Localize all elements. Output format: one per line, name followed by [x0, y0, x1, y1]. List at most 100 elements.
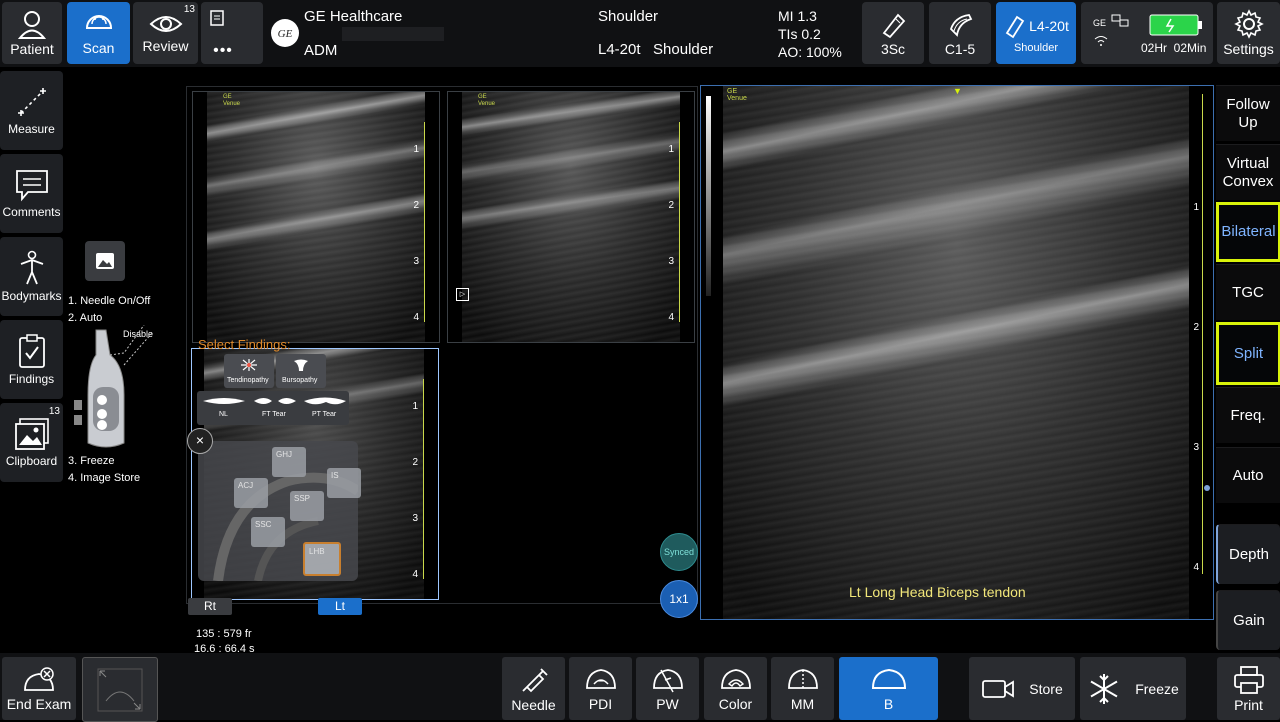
region-is-button[interactable]: IS	[327, 468, 361, 498]
store-button[interactable]: Store	[969, 657, 1075, 720]
freq-button[interactable]: Freq.	[1216, 387, 1280, 443]
virtual-convex-button[interactable]: Virtual Convex	[1216, 144, 1280, 200]
bilateral-button[interactable]: Bilateral	[1216, 202, 1280, 262]
eye-icon	[149, 16, 182, 32]
review-button[interactable]: Review 13	[133, 2, 198, 64]
follow-up-label: Follow Up	[1226, 95, 1270, 131]
help-needle: 1. Needle On/Off	[68, 295, 151, 307]
depth-mark: 2	[413, 200, 419, 211]
gain-slider[interactable]: Gain	[1216, 590, 1280, 650]
region-acj-button[interactable]: ACJ	[234, 478, 268, 508]
ultrasound-image-top-left[interactable]: GE Venue 1 2 3 4	[192, 91, 440, 343]
battery-brand-label: GE	[1093, 18, 1107, 28]
patient-button[interactable]: Patient	[2, 2, 62, 64]
layout-1x1-button[interactable]: 1x1	[660, 580, 698, 618]
battery-time: 02Hr 02Min	[1141, 41, 1207, 55]
finding-category-bursopathy[interactable]: Bursopathy	[276, 354, 326, 388]
auto-label: Auto	[1232, 466, 1264, 484]
clipboard-count-badge: 13	[48, 406, 60, 417]
depth-mark: 1	[1193, 202, 1199, 213]
clipboard-button[interactable]: Clipboard 13	[0, 403, 63, 482]
depth-mark: 3	[412, 513, 418, 524]
frame-counter: 135 : 579 fr	[196, 628, 252, 640]
video-camera-icon	[982, 679, 1015, 698]
image-thumbnail-button[interactable]	[82, 657, 158, 722]
close-findings-button[interactable]: ×	[187, 428, 213, 454]
severity-ft-tear-button[interactable]: FT Tear	[250, 393, 300, 423]
mm-button[interactable]: MM	[771, 657, 834, 720]
tendon-icon	[241, 359, 257, 371]
focus-marker-icon: ▼	[953, 86, 962, 96]
snowflake-icon	[1090, 673, 1118, 704]
bodymarks-button[interactable]: Bodymarks	[0, 237, 63, 316]
depth-slider[interactable]: Depth	[1216, 524, 1280, 584]
ge-venue-watermark: Venue	[478, 101, 496, 107]
severity-nl-button[interactable]: NL	[199, 393, 249, 423]
measure-label: Measure	[8, 122, 55, 136]
region-ghj-button[interactable]: GHJ	[272, 447, 306, 477]
color-flow-icon	[720, 668, 751, 689]
lt-tab[interactable]: Lt	[318, 598, 362, 615]
region-ssp-button[interactable]: SSP	[290, 491, 324, 521]
depth-mark: 1	[412, 401, 418, 412]
virtual-convex-label: Virtual Convex	[1222, 154, 1274, 190]
depth-mark: 4	[413, 312, 419, 323]
depth-scale	[1202, 94, 1203, 574]
needle-button[interactable]: Needle	[502, 657, 565, 720]
freeze-label: Freeze	[1135, 680, 1179, 697]
mm-label: MM	[790, 695, 815, 712]
body-figure-icon	[20, 250, 43, 285]
synced-button[interactable]: Synced	[660, 533, 698, 571]
finding-category-tendinopathy[interactable]: Tendinopathy	[224, 354, 274, 388]
play-icon[interactable]: ▷	[456, 288, 469, 301]
finding-category-label: Tendinopathy	[227, 377, 269, 384]
b-mode-button[interactable]: B	[839, 657, 938, 720]
more-button[interactable]: •••	[201, 2, 263, 64]
settings-button[interactable]: Settings	[1217, 2, 1280, 64]
region-lhb-button[interactable]: LHB	[303, 542, 341, 576]
probe-l4-20t-button[interactable]: L4-20t Shoulder	[996, 2, 1076, 64]
gray-bar	[706, 96, 711, 296]
ge-venue-watermark: Venue	[727, 95, 747, 102]
ultrasound-image-large[interactable]: GE Venue ▼ 1 2 3 4 Lt Long Head Biceps t…	[700, 85, 1214, 620]
probe-c1-5-button[interactable]: C1-5	[929, 2, 991, 64]
depth-scale	[423, 379, 424, 579]
syringe-icon	[521, 667, 548, 692]
pdi-button[interactable]: PDI	[569, 657, 632, 720]
m-mode-icon	[787, 668, 818, 689]
scan-label: Scan	[82, 40, 115, 56]
probe-l4-20t-label: L4-20t	[1029, 17, 1069, 34]
pw-button[interactable]: PW	[636, 657, 699, 720]
ultrasound-image-top-right[interactable]: GE Venue 1 2 3 4 ▷	[447, 91, 695, 343]
region-ssc-button[interactable]: SSC	[251, 517, 285, 547]
findings-button[interactable]: Findings	[0, 320, 63, 399]
end-exam-button[interactable]: End Exam	[2, 657, 76, 720]
settings-label: Settings	[1223, 41, 1274, 57]
follow-up-button[interactable]: Follow Up	[1216, 85, 1280, 141]
scan-button[interactable]: Scan	[67, 2, 130, 64]
mi-value: MI 1.3	[778, 8, 817, 24]
color-button[interactable]: Color	[704, 657, 767, 720]
measure-button[interactable]: Measure	[0, 71, 63, 150]
freeze-button[interactable]: Freeze	[1080, 657, 1186, 720]
system-status-panel[interactable]: GE 02Hr 02Min	[1081, 2, 1213, 64]
operator-name: ADM	[304, 42, 338, 59]
depth-mark: 4	[1193, 562, 1199, 573]
image-caption: Lt Long Head Biceps tendon	[849, 584, 1026, 600]
tgc-button[interactable]: TGC	[1216, 264, 1280, 320]
pw-label: PW	[656, 695, 679, 712]
wifi-icon	[1094, 36, 1108, 46]
end-exam-icon	[24, 666, 54, 691]
split-button[interactable]: Split	[1216, 322, 1280, 385]
auto-button[interactable]: Auto	[1216, 447, 1280, 503]
comments-button[interactable]: Comments	[0, 154, 63, 233]
store-label: Store	[1029, 680, 1063, 697]
svg-text:GE: GE	[278, 28, 293, 40]
rt-tab[interactable]: Rt	[188, 598, 232, 615]
pdi-label: PDI	[588, 695, 613, 712]
depth-mark: 2	[668, 200, 674, 211]
severity-pt-tear-button[interactable]: PT Tear	[300, 393, 350, 423]
image-toggle-button[interactable]	[85, 241, 125, 281]
print-button[interactable]: Print	[1217, 657, 1280, 720]
probe-3sc-button[interactable]: 3Sc	[862, 2, 924, 64]
